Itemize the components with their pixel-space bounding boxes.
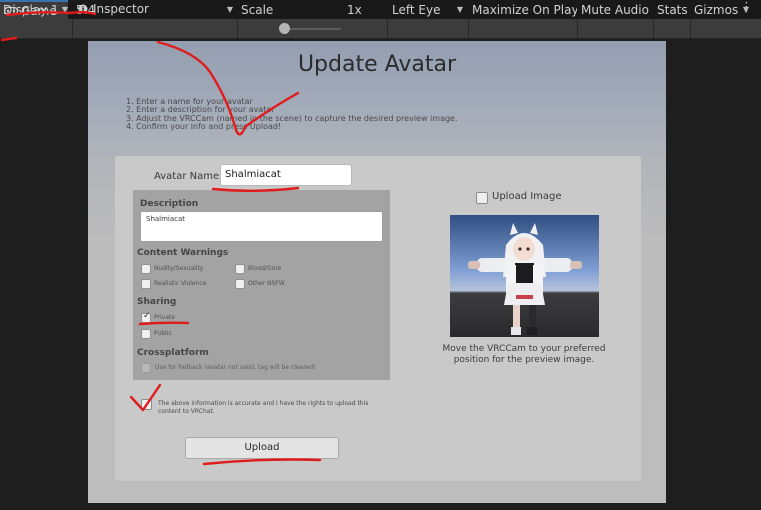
- blood-gore-label: Blood/Gore: [248, 265, 282, 272]
- upload-image-checkbox[interactable]: [476, 192, 488, 204]
- other-nsfw-label: Other NSFW: [248, 280, 285, 287]
- description-input[interactable]: Shalmiacat: [140, 211, 383, 242]
- gizmos-value: Gizmos: [694, 3, 739, 17]
- maximize-on-play-toggle[interactable]: Maximize On Play: [469, 0, 577, 20]
- nudity-checkbox[interactable]: [141, 264, 151, 274]
- fallback-checkbox[interactable]: [141, 363, 151, 373]
- page-title: Update Avatar: [297, 52, 457, 77]
- content-warnings-heading: Content Warnings: [137, 248, 229, 258]
- upload-button[interactable]: Upload: [185, 437, 339, 459]
- violence-checkbox[interactable]: [141, 279, 151, 289]
- avatar-preview-image: [450, 215, 599, 337]
- gizmos-dropdown[interactable]: Gizmos ▼: [691, 0, 753, 20]
- private-label: Private: [154, 314, 175, 321]
- blood-gore-checkbox[interactable]: [235, 264, 245, 274]
- instructions-list: 1. Enter a name for your avatar 2. Enter…: [126, 97, 458, 131]
- avatar-name-input[interactable]: Shalmiacat: [220, 164, 352, 186]
- scale-slider-thumb[interactable]: [279, 23, 290, 34]
- agree-label: The above information is accurate and I …: [158, 400, 369, 415]
- other-nsfw-checkbox[interactable]: [235, 279, 245, 289]
- aspect-dropdown[interactable]: 5:4 ▼: [73, 0, 237, 20]
- eye-dropdown[interactable]: Left Eye ▼: [389, 0, 467, 20]
- preview-caption: Move the VRCCam to your preferred positi…: [442, 344, 606, 365]
- private-checkbox[interactable]: [141, 311, 151, 323]
- game-view-toolbar: [0, 19, 761, 39]
- violence-label: Realistic Violence: [154, 280, 207, 287]
- aspect-value: 5:4: [76, 3, 96, 17]
- dropdown-arrow-icon: ▼: [742, 5, 749, 14]
- public-checkbox[interactable]: [141, 329, 151, 339]
- display-value: Display 1: [3, 3, 59, 17]
- description-heading: Description: [140, 199, 199, 209]
- eye-value: Left Eye: [392, 3, 441, 17]
- sharing-heading: Sharing: [137, 297, 177, 307]
- upload-image-label: Upload Image: [492, 191, 562, 202]
- scale-value: 1x: [347, 3, 362, 17]
- instruction-line: 4. Confirm your info and press Upload!: [126, 121, 282, 131]
- fallback-label: Use for Fallback (avatar not valid, tag …: [155, 364, 316, 371]
- display-dropdown[interactable]: Display 1 ▼: [0, 0, 72, 20]
- public-label: Public: [154, 330, 172, 337]
- crossplatform-heading: Crossplatform: [137, 348, 209, 358]
- nudity-label: Nudity/Sexuality: [154, 265, 204, 272]
- avatar-name-label: Avatar Name: [154, 171, 220, 182]
- dropdown-arrow-icon: ▼: [61, 5, 68, 14]
- stats-toggle[interactable]: Stats: [654, 0, 690, 20]
- scale-label: Scale: [241, 3, 274, 17]
- dropdown-arrow-icon: ▼: [456, 5, 463, 14]
- mute-audio-toggle[interactable]: Mute Audio: [578, 0, 653, 20]
- agree-checkbox[interactable]: [141, 399, 152, 410]
- scale-slider-track[interactable]: [285, 28, 341, 30]
- dropdown-arrow-icon: ▼: [226, 5, 233, 14]
